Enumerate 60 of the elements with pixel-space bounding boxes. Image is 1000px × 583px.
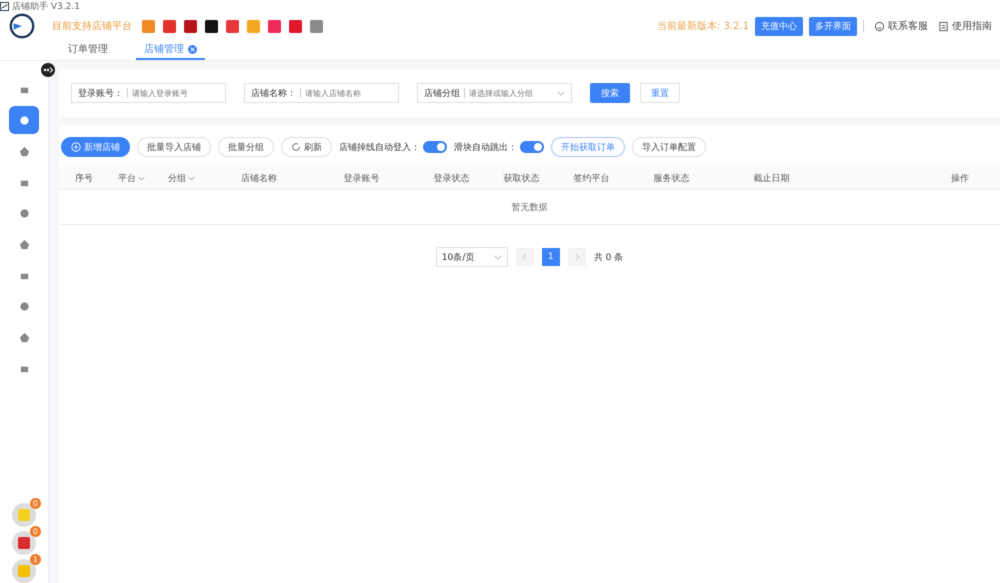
shortcut-icon: [11, 530, 37, 556]
contact-link[interactable]: 联系客服: [874, 19, 928, 33]
column-header: 登录状态: [434, 172, 470, 184]
guide-link[interactable]: 使用指南: [938, 19, 992, 33]
empty-text: 暂无数据: [512, 202, 548, 214]
header-button[interactable]: 多开界面: [809, 16, 857, 36]
column-header: 获取状态: [504, 172, 540, 184]
toolbar-button[interactable]: 导入订单配置: [632, 137, 706, 157]
toolbar-button[interactable]: 刷新: [281, 137, 332, 157]
column-header: 分组: [168, 172, 195, 184]
sidebar-icon: [18, 238, 30, 250]
toolbar-button[interactable]: 开始获取订单: [551, 137, 625, 157]
toggle-label: 滑块自动跳出：: [454, 142, 517, 154]
count-badge: 0: [30, 498, 41, 509]
toolbar-button[interactable]: 批量导入店铺: [137, 137, 211, 157]
shortcut-icon: [11, 502, 37, 528]
sidebar-icon: [18, 114, 30, 126]
toggle-label: 店铺掉线自动登入：: [339, 142, 420, 154]
column-header: 截止日期: [754, 172, 790, 184]
toolbar-button[interactable]: 批量分组: [218, 137, 274, 157]
sort-icon[interactable]: [188, 176, 195, 180]
caret-icon: [557, 90, 565, 96]
collapse-icon[interactable]: [41, 63, 55, 77]
column-header: 店铺名称: [241, 172, 277, 184]
page-number[interactable]: 1: [542, 248, 560, 266]
column-header: 操作: [951, 172, 969, 184]
sidebar-icon: [18, 208, 30, 218]
page-size-select[interactable]: 10条/页: [436, 247, 508, 267]
close-icon[interactable]: [188, 44, 197, 54]
column-header: 平台: [118, 172, 145, 184]
sidebar-icon: [18, 146, 30, 156]
tab[interactable]: 订单管理: [60, 40, 116, 60]
logo-icon: [8, 12, 36, 40]
count-badge: 1: [30, 554, 41, 565]
shortcut-icon: [11, 558, 37, 583]
platforms-label: 目前支持店铺平台: [52, 20, 132, 33]
column-header: 登录账号: [344, 172, 380, 184]
total-text: 共 0 条: [594, 252, 624, 264]
column-header: 序号: [75, 172, 93, 184]
toggle-switch[interactable]: [423, 141, 447, 153]
sidebar-icon: [18, 300, 30, 312]
window-title: 店铺助手 V3.2.1: [12, 0, 80, 12]
plus-icon: [71, 142, 81, 152]
sidebar-item[interactable]: [9, 106, 39, 134]
header-button[interactable]: 充值中心: [755, 16, 803, 36]
filter-field[interactable]: 店铺名称： 请输入店铺名称: [244, 83, 399, 103]
column-header: 服务状态: [654, 172, 690, 184]
version-text: 当前最新版本: 3.2.1: [657, 20, 749, 33]
filter-button[interactable]: 重置: [640, 83, 680, 103]
caret-icon: [494, 254, 502, 260]
column-header: 签约平台: [574, 172, 610, 184]
count-badge: 0: [30, 526, 41, 537]
filter-field[interactable]: 登录账号： 请输入登录账号: [71, 83, 226, 103]
refresh-icon: [291, 142, 301, 152]
filter-field[interactable]: 店铺分组 请选择或输入分组: [417, 83, 572, 103]
filter-button[interactable]: 搜索: [590, 83, 630, 103]
sort-icon[interactable]: [138, 176, 145, 180]
toolbar-button[interactable]: 新增店铺: [61, 137, 130, 157]
sidebar-icon: [18, 332, 30, 342]
toggle-switch[interactable]: [520, 141, 544, 153]
